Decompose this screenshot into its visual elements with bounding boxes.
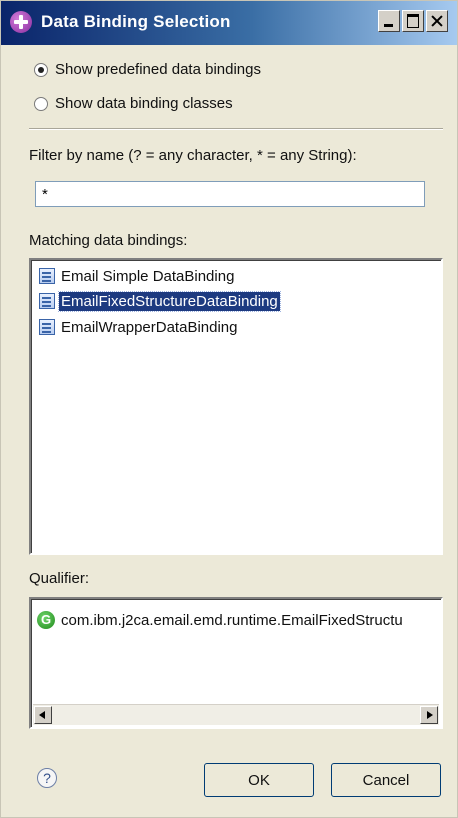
databinding-icon (39, 268, 55, 284)
minimize-icon[interactable] (378, 10, 400, 32)
list-item-label: EmailWrapperDataBinding (61, 318, 238, 336)
databinding-icon (39, 293, 55, 309)
matching-label: Matching data bindings: (29, 232, 188, 249)
filter-input[interactable] (35, 181, 425, 207)
filter-label: Filter by name (? = any character, * = a… (29, 147, 357, 164)
qualifier-list[interactable]: G com.ibm.j2ca.email.emd.runtime.EmailFi… (29, 597, 443, 729)
scroll-left-icon[interactable] (34, 706, 52, 724)
list-item-label: Email Simple DataBinding (61, 267, 235, 285)
radio-classes[interactable] (34, 97, 48, 111)
databinding-icon (39, 319, 55, 335)
list-item-label: EmailFixedStructureDataBinding (58, 290, 281, 312)
title-bar[interactable]: Data Binding Selection (1, 1, 457, 45)
list-item[interactable]: EmailFixedStructureDataBinding (39, 290, 281, 312)
radio-predefined-label[interactable]: Show predefined data bindings (55, 61, 261, 78)
scroll-right-icon[interactable] (420, 706, 438, 724)
close-icon[interactable] (426, 10, 448, 32)
cancel-button[interactable]: Cancel (331, 763, 441, 797)
matching-list[interactable]: Email Simple DataBinding EmailFixedStruc… (29, 258, 443, 555)
radio-classes-label[interactable]: Show data binding classes (55, 95, 233, 112)
qualifier-label: Qualifier: (29, 570, 90, 587)
class-icon: G (37, 611, 55, 629)
separator (29, 128, 443, 130)
help-icon[interactable]: ? (37, 768, 57, 788)
app-icon (10, 11, 32, 33)
ok-button[interactable]: OK (204, 763, 314, 797)
list-item[interactable]: EmailWrapperDataBinding (39, 316, 239, 338)
list-item[interactable]: Email Simple DataBinding (39, 265, 236, 287)
radio-predefined[interactable] (34, 63, 48, 77)
horizontal-scrollbar[interactable] (33, 704, 439, 725)
qualifier-item[interactable]: G com.ibm.j2ca.email.emd.runtime.EmailFi… (37, 609, 403, 631)
maximize-icon[interactable] (402, 10, 424, 32)
qualifier-value: com.ibm.j2ca.email.emd.runtime.EmailFixe… (61, 611, 403, 629)
dialog-title: Data Binding Selection (41, 12, 231, 31)
dialog-window: Data Binding Selection Show predefined d… (0, 0, 458, 818)
